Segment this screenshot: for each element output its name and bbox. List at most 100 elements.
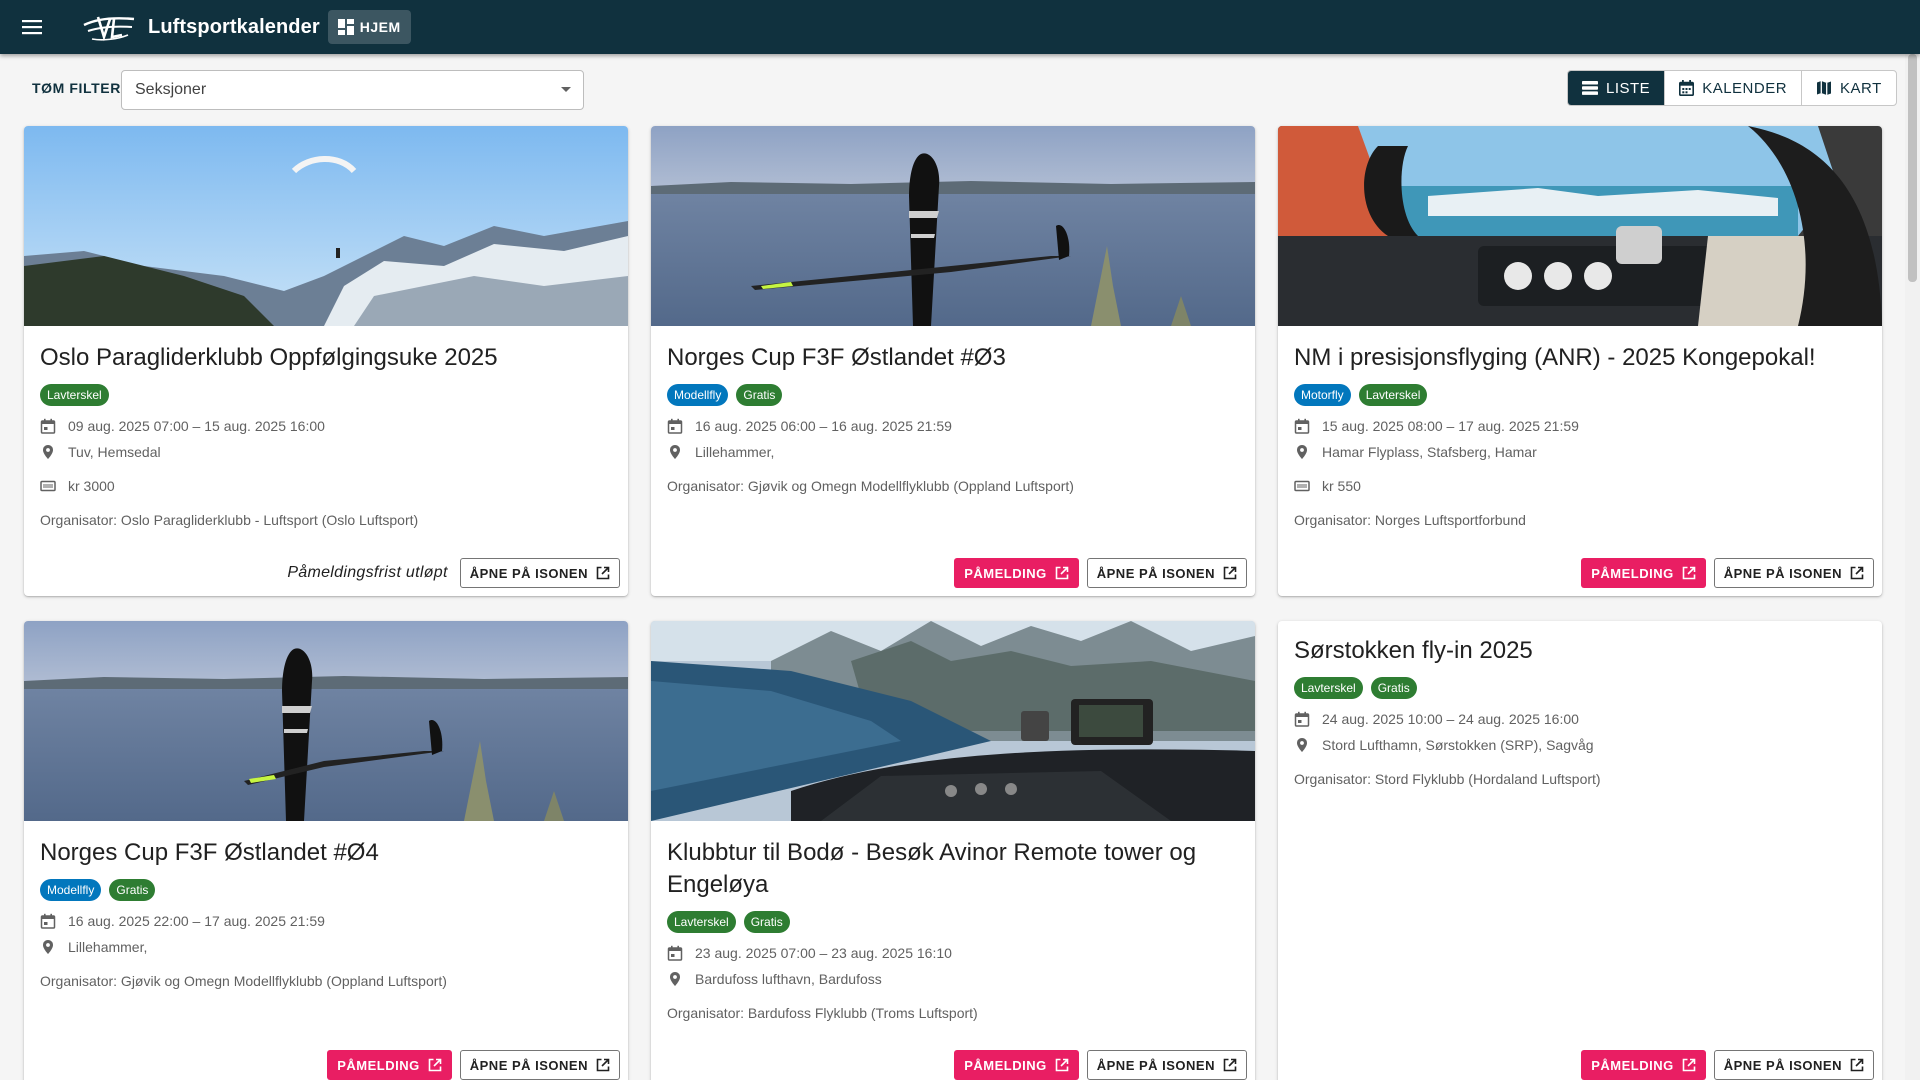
open-in-isonen-button[interactable]: ÅPNE PÅ ISONEN <box>1713 558 1874 588</box>
registration-button[interactable]: PÅMELDING <box>1581 558 1706 588</box>
view-list-button[interactable]: LISTE <box>1568 71 1665 105</box>
card-actions: Påmeldingsfrist utløpt ÅPNE PÅ ISONEN <box>287 558 620 588</box>
map-icon <box>1817 81 1832 95</box>
clear-filter-button[interactable]: TØM FILTER <box>32 80 121 96</box>
event-card[interactable]: Oslo Paragliderklubb Oppfølgingsuke 2025… <box>24 126 628 596</box>
event-location-text: Lillehammer, <box>695 444 775 460</box>
event-date-text: 09 aug. 2025 07:00 – 15 aug. 2025 16:00 <box>68 418 325 434</box>
app-bar: Luftsportkalender HJEM <box>0 0 1920 54</box>
external-link-icon <box>596 566 610 580</box>
external-link-icon <box>1055 1058 1069 1072</box>
event-date: 15 aug. 2025 08:00 – 17 aug. 2025 21:59 <box>1294 418 1866 434</box>
event-card[interactable]: Sørstokken fly-in 2025 Lavterskel Gratis… <box>1278 621 1882 1080</box>
open-in-isonen-button[interactable]: ÅPNE PÅ ISONEN <box>1713 1050 1874 1080</box>
event-location-text: Bardufoss lufthavn, Bardufoss <box>695 971 882 987</box>
event-location-text: Stord Lufthamn, Sørstokken (SRP), Sagvåg <box>1322 737 1594 753</box>
registration-button[interactable]: PÅMELDING <box>954 558 1079 588</box>
event-card[interactable]: Norges Cup F3F Østlandet #Ø4 Modellfly G… <box>24 621 628 1080</box>
event-date: 23 aug. 2025 07:00 – 23 aug. 2025 16:10 <box>667 945 1239 961</box>
event-image <box>24 621 628 821</box>
scrollbar-thumb[interactable] <box>1908 54 1917 282</box>
registration-label: PÅMELDING <box>337 1057 420 1073</box>
registration-label: PÅMELDING <box>1591 565 1674 581</box>
location-pin-icon <box>40 939 56 955</box>
tag-badge: Lavterskel <box>40 384 109 406</box>
registration-button[interactable]: PÅMELDING <box>1581 1050 1706 1080</box>
sections-select-placeholder: Seksjoner <box>135 81 207 98</box>
external-link-icon <box>1850 1058 1864 1072</box>
menu-icon[interactable] <box>12 7 52 47</box>
event-location: Hamar Flyplass, Stafsberg, Hamar <box>1294 444 1866 460</box>
event-date: 16 aug. 2025 06:00 – 16 aug. 2025 21:59 <box>667 418 1239 434</box>
event-organizer: Organisator: Gjøvik og Omegn Modellflykl… <box>667 478 1074 494</box>
view-calendar-button[interactable]: KALENDER <box>1664 71 1801 105</box>
view-map-button[interactable]: KART <box>1801 71 1896 105</box>
open-in-isonen-button[interactable]: ÅPNE PÅ ISONEN <box>459 558 620 588</box>
app-title[interactable]: Luftsportkalender <box>148 16 320 39</box>
open-in-isonen-label: ÅPNE PÅ ISONEN <box>1723 565 1842 581</box>
calendar-icon <box>1679 80 1695 96</box>
event-location-text: Lillehammer, <box>68 939 148 955</box>
home-label: HJEM <box>359 19 401 35</box>
calendar-icon <box>1294 418 1310 434</box>
event-date-text: 24 aug. 2025 10:00 – 24 aug. 2025 16:00 <box>1322 711 1579 727</box>
event-date-text: 23 aug. 2025 07:00 – 23 aug. 2025 16:10 <box>695 945 952 961</box>
registration-label: PÅMELDING <box>964 565 1047 581</box>
event-card[interactable]: NM i presisjonsflyging (ANR) - 2025 Kong… <box>1278 126 1882 596</box>
calendar-icon <box>40 913 56 929</box>
event-card[interactable]: Norges Cup F3F Østlandet #Ø3 Modellfly G… <box>651 126 1255 596</box>
open-in-isonen-button[interactable]: ÅPNE PÅ ISONEN <box>1086 558 1247 588</box>
external-link-icon <box>1682 1058 1696 1072</box>
event-card[interactable]: Klubbtur til Bodø - Besøk Avinor Remote … <box>651 621 1255 1080</box>
open-in-isonen-button[interactable]: ÅPNE PÅ ISONEN <box>459 1050 620 1080</box>
tag-list: Motorfly Lavterskel <box>1294 384 1866 406</box>
tag-badge: Gratis <box>1370 677 1417 699</box>
tag-badge: Lavterskel <box>1358 384 1428 406</box>
event-title[interactable]: Klubbtur til Bodø - Besøk Avinor Remote … <box>667 837 1239 901</box>
event-location: Lillehammer, <box>40 939 612 955</box>
list-icon <box>1582 81 1598 95</box>
external-link-icon <box>1850 566 1864 580</box>
tag-list: Modellfly Gratis <box>667 384 1239 406</box>
ticket-icon <box>40 478 56 494</box>
event-location: Tuv, Hemsedal <box>40 444 612 460</box>
home-button[interactable]: HJEM <box>327 10 411 44</box>
view-toggle: LISTE KALENDER KART <box>1567 70 1897 106</box>
card-actions: PÅMELDING ÅPNE PÅ ISONEN <box>954 558 1247 588</box>
tag-badge: Gratis <box>743 911 790 933</box>
event-image <box>651 126 1255 326</box>
event-date-text: 16 aug. 2025 06:00 – 16 aug. 2025 21:59 <box>695 418 952 434</box>
open-in-isonen-label: ÅPNE PÅ ISONEN <box>1723 1057 1842 1073</box>
sections-select[interactable]: Seksjoner <box>121 70 584 110</box>
event-date: 16 aug. 2025 22:00 – 17 aug. 2025 21:59 <box>40 913 612 929</box>
card-actions: PÅMELDING ÅPNE PÅ ISONEN <box>1581 558 1874 588</box>
vertical-scrollbar[interactable] <box>1905 54 1920 1080</box>
event-date-text: 15 aug. 2025 08:00 – 17 aug. 2025 21:59 <box>1322 418 1579 434</box>
nlf-logo-icon[interactable] <box>82 7 138 47</box>
event-price: kr 550 <box>1294 478 1866 494</box>
event-title[interactable]: Norges Cup F3F Østlandet #Ø3 <box>667 342 1239 374</box>
open-in-isonen-button[interactable]: ÅPNE PÅ ISONEN <box>1086 1050 1247 1080</box>
tag-list: Lavterskel <box>40 384 612 406</box>
view-calendar-label: KALENDER <box>1702 79 1788 97</box>
registration-button[interactable]: PÅMELDING <box>327 1050 452 1080</box>
event-image <box>651 621 1255 821</box>
event-title[interactable]: Norges Cup F3F Østlandet #Ø4 <box>40 837 612 869</box>
event-title[interactable]: NM i presisjonsflyging (ANR) - 2025 Kong… <box>1294 342 1866 374</box>
open-in-isonen-label: ÅPNE PÅ ISONEN <box>1096 565 1215 581</box>
location-pin-icon <box>1294 444 1310 460</box>
view-list-label: LISTE <box>1606 79 1651 97</box>
event-location: Lillehammer, <box>667 444 1239 460</box>
external-link-icon <box>1682 566 1696 580</box>
external-link-icon <box>596 1058 610 1072</box>
card-actions: PÅMELDING ÅPNE PÅ ISONEN <box>327 1050 620 1080</box>
tag-badge: Lavterskel <box>667 911 736 933</box>
dropdown-arrow-icon <box>561 87 571 92</box>
event-title[interactable]: Sørstokken fly-in 2025 <box>1294 635 1866 667</box>
external-link-icon <box>1223 1058 1237 1072</box>
card-actions: PÅMELDING ÅPNE PÅ ISONEN <box>954 1050 1247 1080</box>
event-organizer: Organisator: Norges Luftsportforbund <box>1294 512 1526 528</box>
event-title[interactable]: Oslo Paragliderklubb Oppfølgingsuke 2025 <box>40 342 612 374</box>
tag-badge: Gratis <box>109 879 156 901</box>
registration-button[interactable]: PÅMELDING <box>954 1050 1079 1080</box>
